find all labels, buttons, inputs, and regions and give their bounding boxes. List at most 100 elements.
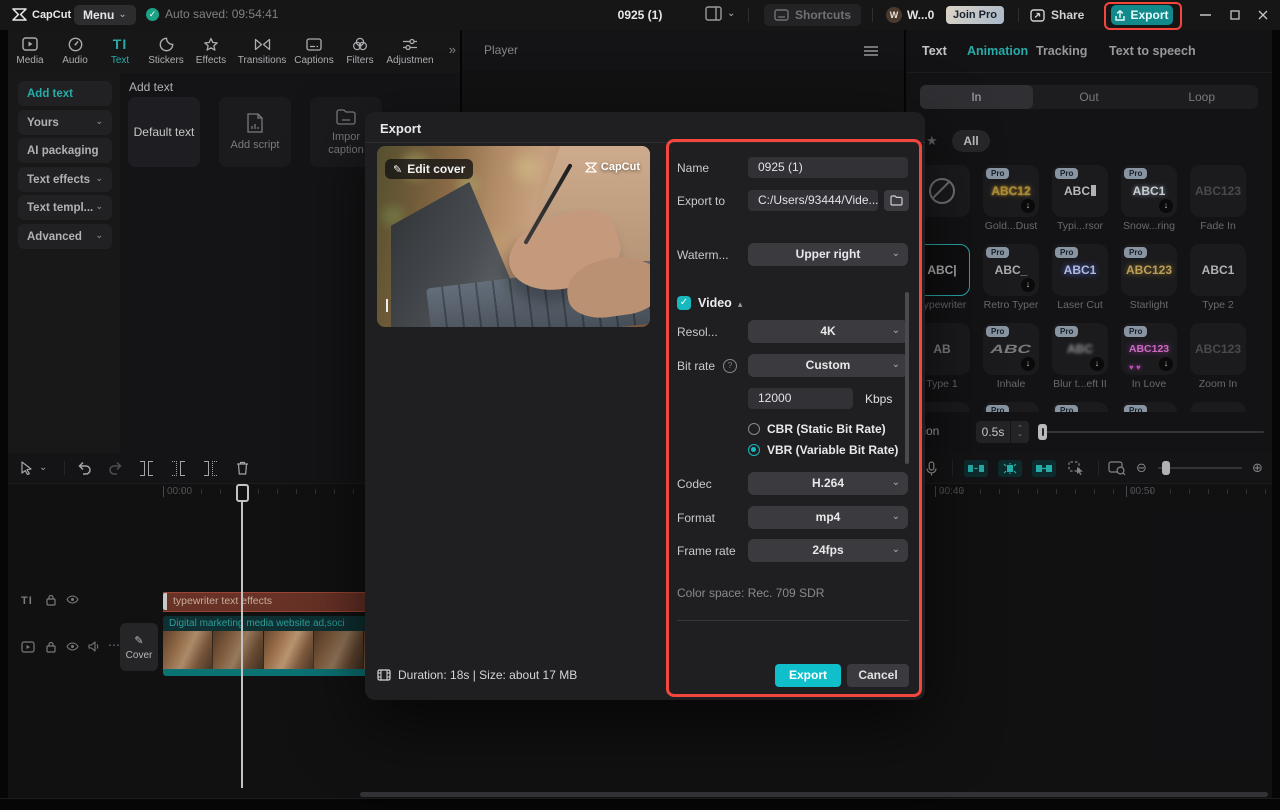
tab-text-settings[interactable]: Text <box>922 44 947 58</box>
close-button[interactable] <box>1256 8 1270 22</box>
join-pro-button[interactable]: Join Pro <box>946 6 1005 24</box>
codec-dropdown[interactable]: H.264 <box>748 471 908 495</box>
hide-track-button[interactable] <box>66 642 79 651</box>
timeline-zoom-slider[interactable] <box>1158 467 1242 469</box>
sidebar-item-yours[interactable]: Yours <box>18 110 112 135</box>
timeline-horizontal-scrollbar[interactable] <box>360 792 1268 797</box>
edit-cover-button[interactable]: Edit cover <box>385 159 474 179</box>
user-name[interactable]: W...0 <box>907 8 934 22</box>
zoom-in-button[interactable]: ⊕ <box>1252 460 1263 476</box>
pro-badge: Pro <box>986 326 1010 337</box>
edit-cover-button-timeline[interactable]: Cover <box>120 623 158 671</box>
divider <box>64 461 65 475</box>
hide-track-button[interactable] <box>66 595 79 604</box>
video-section-header[interactable]: Video <box>677 294 909 312</box>
effect-tile[interactable]: Pro ABC1 Laser Cut <box>1052 244 1108 311</box>
player-menu-icon[interactable] <box>864 46 878 48</box>
split-button[interactable] <box>140 460 153 476</box>
effect-tile[interactable]: ProABC12 Gold...Dust <box>983 165 1039 232</box>
sidebar-item-add-text[interactable]: Add text <box>18 81 112 106</box>
track-more-button[interactable] <box>108 638 120 652</box>
lock-track-button[interactable] <box>46 641 56 653</box>
resolution-dropdown[interactable]: 4K <box>748 319 908 343</box>
redo-button[interactable] <box>108 460 124 476</box>
timeline-zoom-handle[interactable] <box>1162 461 1170 475</box>
bitrate-value-input[interactable]: 12000 <box>748 388 853 409</box>
duration-value[interactable]: 0.5s <box>976 421 1010 443</box>
tab-adjustment[interactable]: Adjustmen <box>380 35 440 66</box>
link-clips-toggle[interactable] <box>1032 459 1056 477</box>
vbr-radio-row[interactable]: VBR (Variable Bit Rate) <box>748 443 980 457</box>
lock-track-button[interactable] <box>46 594 56 606</box>
segment-in[interactable]: In <box>920 85 1033 109</box>
workspace-layout-button[interactable] <box>705 6 735 21</box>
effect-tile[interactable]: ABC123 Zoom In <box>1190 323 1246 390</box>
segment-loop[interactable]: Loop <box>1145 85 1258 109</box>
export-button-top[interactable]: Export <box>1111 5 1173 25</box>
bitrate-dropdown[interactable]: Custom <box>748 353 908 377</box>
cbr-radio-row[interactable]: CBR (Static Bit Rate) <box>748 422 980 436</box>
favorites-star-icon[interactable] <box>926 133 938 149</box>
record-voiceover-button[interactable] <box>926 460 937 476</box>
close-gap-icon <box>968 464 984 472</box>
cancel-button[interactable]: Cancel <box>847 664 909 687</box>
effect-tile[interactable]: ABC1 Type 2 <box>1190 244 1246 311</box>
delete-button[interactable] <box>236 460 249 476</box>
tab-animation[interactable]: Animation <box>967 44 1028 58</box>
split-keep-right-button[interactable] <box>204 460 217 476</box>
sidebar-item-ai-packaging[interactable]: AI packaging <box>18 138 112 163</box>
sidebar-item-text-templates[interactable]: Text templ... <box>18 195 112 220</box>
watermark-dropdown[interactable]: Upper right <box>748 242 908 266</box>
effect-tile[interactable]: ProABC Inhale <box>983 323 1039 390</box>
export-confirm-button[interactable]: Export <box>775 664 841 687</box>
mute-track-button[interactable] <box>88 641 100 652</box>
dialog-scrollbar[interactable] <box>905 292 909 464</box>
zoom-out-button[interactable]: ⊖ <box>1136 460 1147 476</box>
sidebar-item-advanced[interactable]: Advanced <box>18 224 112 249</box>
vbr-radio[interactable] <box>748 444 760 456</box>
tab-transitions[interactable]: Transitions <box>232 35 292 66</box>
add-script-card[interactable]: Add script <box>219 97 291 167</box>
duration-slider-handle[interactable] <box>1038 424 1047 440</box>
preview-axis-button[interactable] <box>1108 460 1126 476</box>
tab-tracking[interactable]: Tracking <box>1036 44 1087 58</box>
effect-tile[interactable]: ProABC Blur t...eft II <box>1052 323 1108 390</box>
ruler-timestamp: 00:40 <box>935 486 964 497</box>
effect-tile[interactable]: ProABC1 Snow...ring <box>1121 165 1177 232</box>
click-preview-toggle[interactable] <box>1068 460 1085 476</box>
segment-out[interactable]: Out <box>1033 85 1146 109</box>
effect-tile[interactable]: Pro ABC123 Starlight <box>1121 244 1177 311</box>
effect-tile[interactable]: ProABC123 In Love <box>1121 323 1177 390</box>
format-dropdown[interactable]: mp4 <box>748 505 908 529</box>
export-path-input[interactable]: C:/Users/93444/Vide... <box>748 190 878 211</box>
shortcuts-button[interactable]: Shortcuts <box>764 4 862 26</box>
undo-button[interactable] <box>76 460 92 476</box>
duration-slider-track[interactable] <box>1042 431 1264 433</box>
effect-tile[interactable]: ProABC_ Retro Typer <box>983 244 1039 311</box>
auto-remove-gaps-toggle[interactable] <box>964 459 988 477</box>
collapse-icon[interactable] <box>732 296 743 310</box>
toolbar-expand-icon[interactable] <box>449 42 456 57</box>
split-keep-left-button[interactable] <box>172 460 185 476</box>
magnetic-snap-toggle[interactable] <box>998 459 1022 477</box>
framerate-dropdown[interactable]: 24fps <box>748 538 908 562</box>
select-tool-button[interactable] <box>20 460 47 476</box>
maximize-button[interactable] <box>1228 8 1242 22</box>
share-button[interactable]: Share <box>1030 5 1084 25</box>
avatar[interactable]: W <box>886 7 902 23</box>
video-checkbox[interactable] <box>677 296 691 310</box>
playhead-handle[interactable] <box>236 484 249 502</box>
cbr-radio[interactable] <box>748 423 760 435</box>
filter-all-button[interactable]: All <box>952 130 990 152</box>
help-icon[interactable] <box>723 358 738 373</box>
menu-button[interactable]: Menu <box>74 5 136 25</box>
duration-stepper[interactable]: ⌃ ⌄ <box>1011 421 1029 443</box>
browse-folder-button[interactable] <box>884 190 909 211</box>
minimize-button[interactable] <box>1198 8 1212 22</box>
tab-text-to-speech[interactable]: Text to speech <box>1109 44 1196 58</box>
effect-tile[interactable]: Pro ABC Typi...rsor <box>1052 165 1108 232</box>
effect-tile[interactable]: ABC123 Fade In <box>1190 165 1246 232</box>
name-input[interactable]: 0925 (1) <box>748 157 908 178</box>
sidebar-item-text-effects[interactable]: Text effects <box>18 167 112 192</box>
default-text-card[interactable]: Default text <box>128 97 200 167</box>
